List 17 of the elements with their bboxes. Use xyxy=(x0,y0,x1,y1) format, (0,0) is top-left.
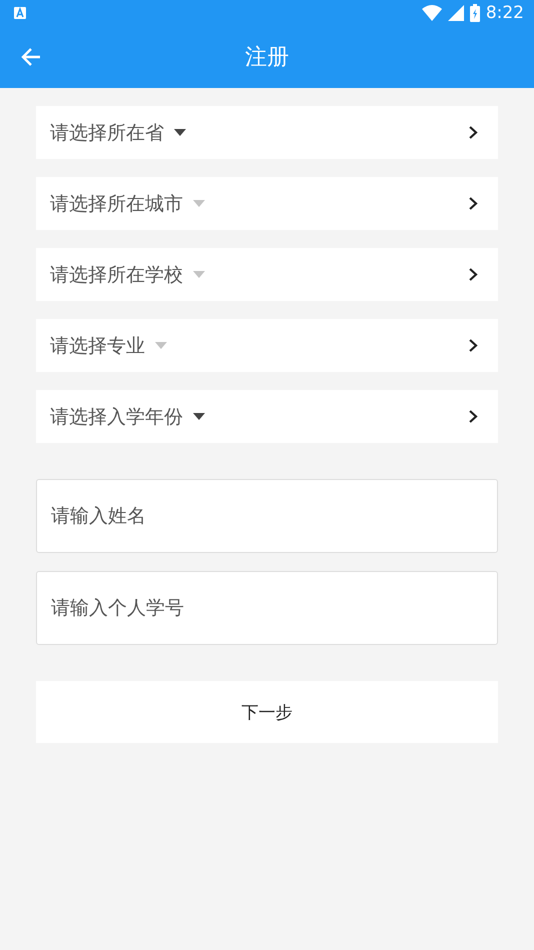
input-field[interactable]: 请输入姓名 xyxy=(36,479,498,553)
chevron-right-icon xyxy=(468,125,478,140)
page-title: 注册 xyxy=(244,44,290,72)
battery-icon xyxy=(470,4,480,22)
back-arrow-icon[interactable] xyxy=(20,46,42,68)
dropdown-selector[interactable]: 请选择所在省 xyxy=(36,106,498,159)
chevron-right-icon xyxy=(468,338,478,353)
clock: 8:22 xyxy=(486,3,524,23)
input-field[interactable]: 请输入个人学号 xyxy=(36,571,498,645)
signal-icon xyxy=(448,5,464,21)
dropdown-selector[interactable]: 请选择入学年份 xyxy=(36,390,498,443)
next-button[interactable]: 下一步 xyxy=(36,681,498,743)
chevron-right-icon xyxy=(468,409,478,424)
wifi-icon xyxy=(422,5,442,21)
chevron-right-icon xyxy=(468,196,478,211)
chevron-right-icon xyxy=(468,267,478,282)
notification-icon xyxy=(14,7,26,19)
